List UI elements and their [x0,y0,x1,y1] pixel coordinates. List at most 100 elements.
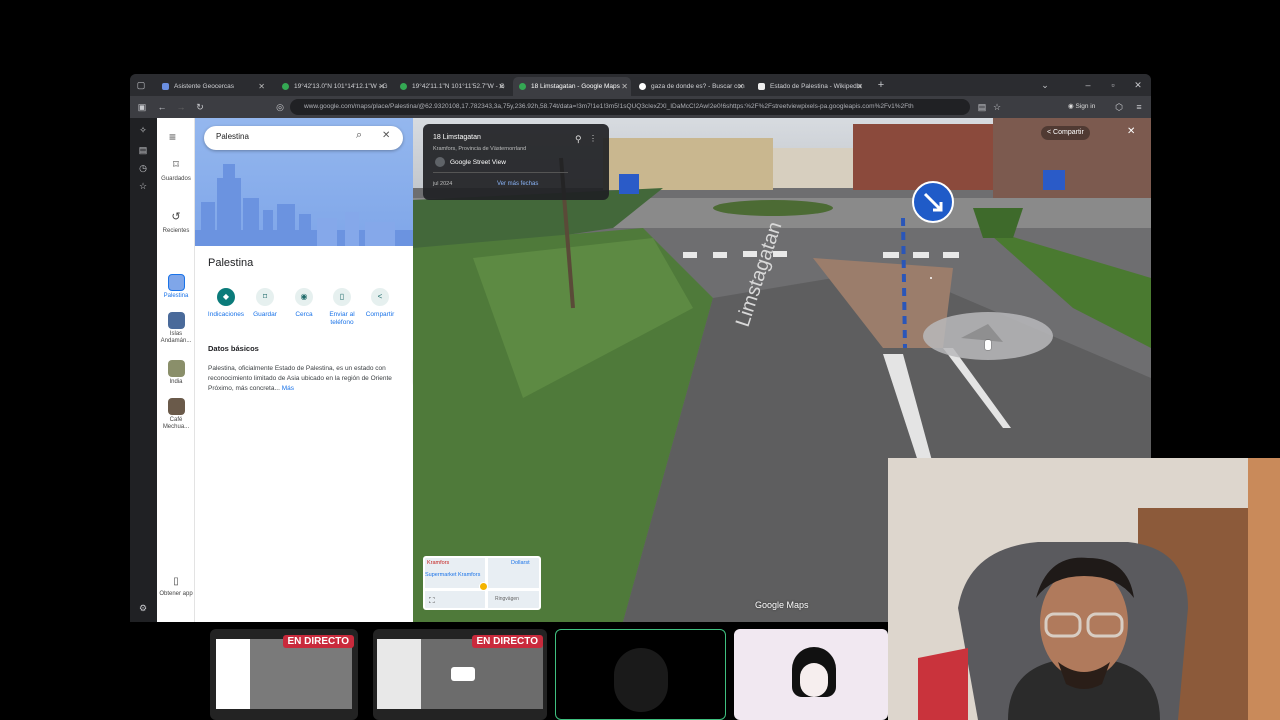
minimap-road-label: Ringvägen [495,596,519,602]
bookmark-icon: ⌑ [173,159,179,171]
minimap-town: Kramfors [427,560,450,566]
close-icon[interactable]: ✕ [621,77,628,96]
rail-item-saved[interactable]: ⌑ Guardados [157,159,195,183]
close-window-icon[interactable]: ✕ [1131,77,1145,93]
directions-icon: ◆ [217,288,235,306]
close-icon[interactable]: ✕ [258,77,265,96]
settings-icon[interactable]: ⚙ [136,600,150,616]
maps-pin-icon [400,83,407,90]
translate-icon[interactable]: ▤ [975,99,989,115]
more-options-icon[interactable]: ⋮ [589,134,597,143]
search-box[interactable]: Palestina ⌕ ✕ [204,126,403,150]
nearby-icon: ◉ [295,288,313,306]
expand-icon[interactable]: ⛶ [429,596,435,606]
rail-label: India [169,379,183,385]
site-info-icon[interactable]: ◎ [273,99,287,115]
menu-icon[interactable]: ≡ [1132,99,1146,115]
share-button[interactable]: < Compartir [360,288,400,319]
maximize-icon[interactable]: ▫ [1106,77,1120,93]
bookmarks-icon[interactable]: ☆ [136,178,150,194]
place-thumbnail [167,312,185,329]
rail-label: Islas Andamán... [160,331,192,344]
star-icon[interactable]: ☆ [990,99,1004,115]
tab-wikipedia[interactable]: Estado de Palestina - Wikipedia ✕ [752,77,866,96]
google-maps-watermark: Google Maps [755,600,809,610]
rail-label: Obtener app [159,591,193,597]
close-icon[interactable]: ✕ [498,77,505,96]
back-icon[interactable]: ← [155,99,169,115]
street-view-info-card: 18 Limstagatan ⚲ ⋮ Kramfors, Provincia d… [423,124,609,200]
tab-label: gaza de donde es? - Buscar con [651,83,745,90]
place-panel: Palestina ⌕ ✕ Palestina ◆ Indicaciones ⌑… [195,118,413,622]
maps-rail: ≡ ⌑ Guardados ↺ Recientes Palestina Isla… [157,118,195,622]
extensions-icon[interactable]: ⬡ [1112,99,1126,115]
stream-preview-1[interactable]: EN DIRECTO [210,629,358,720]
reading-list-icon[interactable]: ▤ [136,142,150,158]
menu-icon[interactable]: ≡ [169,130,176,144]
rail-item-india[interactable]: India [157,360,195,386]
tab-bar: ▢ Asistente Geocercas ✕ 19°42'13.0"N 101… [130,74,1151,96]
source-label: Google Street View [450,159,506,166]
thumb-panel [377,639,421,709]
tab-label: Asistente Geocercas [174,83,234,90]
place-thumbnail [167,360,185,377]
close-icon[interactable]: ✕ [382,130,390,141]
rail-label: Recientes [162,228,190,234]
desktop-icon [451,667,475,681]
tab-coords-1[interactable]: 19°42'13.0"N 101°14'12.1"W - G ✕ [276,77,388,96]
phone-icon: ▯ [333,288,351,306]
signin-button[interactable]: ◉ Sign in [1068,100,1095,114]
stream-preview-2[interactable]: EN DIRECTO [373,629,547,720]
chevron-down-icon[interactable]: ⌄ [1038,77,1052,93]
history-icon[interactable]: ◷ [136,160,150,176]
save-button[interactable]: ⌑ Guardar [245,288,285,319]
basics-description: Palestina, oficialmente Estado de Palest… [208,365,392,392]
ai-spark-icon[interactable]: ✧ [136,122,150,138]
rail-label: Palestina [163,293,189,299]
reload-icon[interactable]: ↻ [193,99,207,115]
rail-item-recent[interactable]: ↺ Recientes [157,211,195,235]
minimap-shop: Dollarst [511,560,530,566]
close-icon[interactable]: ✕ [737,77,744,96]
more-dates-link[interactable]: Ver más fechas [497,181,538,187]
tab-coords-2[interactable]: 19°42'11.1"N 101°11'52.7"W - G ✕ [394,77,508,96]
new-tab-button[interactable]: + [874,77,888,93]
rail-item-palestina[interactable]: Palestina [157,274,195,300]
nearby-button[interactable]: ◉ Cerca [284,288,324,319]
close-icon[interactable]: ✕ [378,77,385,96]
send-to-phone-button[interactable]: ▯ Enviar al teléfono [322,288,362,327]
share-street-button[interactable]: < Compartir [1041,126,1090,140]
close-icon[interactable]: ✕ [1127,126,1135,137]
minimize-icon[interactable]: – [1081,77,1095,93]
history-icon: ↺ [171,211,181,223]
get-app-button[interactable]: ▯ Obtener app [157,577,195,598]
thumb-panel [216,639,250,709]
stream-thumbnail [216,639,352,709]
url-field[interactable]: www.google.com/maps/place/Palestina/@62.… [290,99,970,115]
rail-item-andaman[interactable]: Islas Andamán... [157,312,195,345]
directions-button[interactable]: ◆ Indicaciones [206,288,246,319]
search-icon[interactable]: ⌕ [356,129,362,142]
tab-gaza-search[interactable]: gaza de donde es? - Buscar con ✕ [633,77,747,96]
more-link[interactable]: Más [282,385,294,392]
rail-item-cafe[interactable]: Café Mechua... [157,398,195,431]
basics-heading: Datos básicos [208,344,259,353]
tab-limstagatan[interactable]: 18 Limstagatan - Google Maps ✕ [513,77,631,96]
place-hero-image: Palestina ⌕ ✕ [195,118,413,246]
forward-icon[interactable]: → [174,99,188,115]
pin-icon[interactable]: ⚲ [575,134,582,145]
search-input[interactable]: Palestina [216,132,249,141]
action-label: Cerca [295,311,313,318]
stream-preview-4[interactable] [734,629,888,720]
tab-actions-icon[interactable]: ▢ [134,77,148,93]
stream-preview-3[interactable] [555,629,726,720]
place-thumbnail [167,398,185,415]
minimap[interactable]: Kramfors Supermarket Kramfors Dollarst R… [423,556,541,610]
tab-label: Estado de Palestina - Wikipedia [770,83,862,90]
signin-label: Sign in [1075,103,1096,110]
google-icon [639,83,646,90]
tab-geocercas[interactable]: Asistente Geocercas ✕ [156,77,268,96]
sidebar-toggle-icon[interactable]: ▣ [135,99,149,115]
close-icon[interactable]: ✕ [856,77,863,96]
address-title: 18 Limstagatan [433,134,481,141]
